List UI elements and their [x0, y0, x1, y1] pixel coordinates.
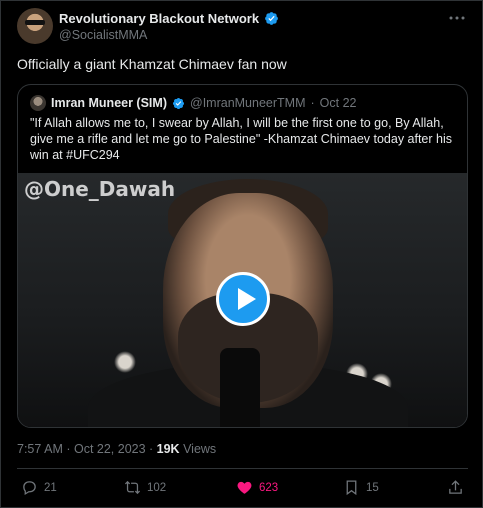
views-count: 19K: [156, 442, 180, 456]
bookmark-button[interactable]: 15: [343, 479, 379, 496]
quoted-author-avatar: [30, 95, 46, 111]
quoted-date: Oct 22: [319, 96, 357, 110]
reply-count: 21: [44, 481, 57, 494]
reply-button[interactable]: 21: [21, 479, 57, 496]
author-avatar[interactable]: [17, 8, 53, 44]
video-player[interactable]: @One_Dawah: [18, 173, 467, 427]
quoted-author-handle: @ImranMuneerTMM: [190, 96, 306, 110]
quoted-separator: ·: [310, 96, 315, 110]
tweet-meta: 7:57 AM · Oct 22, 2023 · 19K Views: [17, 442, 216, 456]
divider: [17, 468, 468, 469]
author-display-name[interactable]: Revolutionary Blackout Network: [59, 11, 259, 26]
repost-button[interactable]: 102: [124, 479, 166, 496]
quoted-tweet-text: "If Allah allows me to, I swear by Allah…: [30, 116, 453, 162]
quoted-tweet[interactable]: Imran Muneer (SIM) @ImranMuneerTMM · Oct…: [17, 84, 468, 428]
video-watermark: @One_Dawah: [24, 177, 176, 201]
repost-icon: [124, 480, 141, 495]
like-button[interactable]: 623: [236, 479, 278, 496]
verified-badge-icon: [265, 12, 279, 25]
quoted-author-name: Imran Muneer (SIM): [51, 96, 167, 110]
more-icon[interactable]: [448, 11, 466, 25]
verified-badge-icon: [172, 97, 185, 109]
like-count: 623: [259, 481, 279, 494]
repost-count: 102: [147, 481, 167, 494]
share-button[interactable]: [447, 479, 464, 496]
share-icon: [449, 480, 462, 494]
tweet-card: Revolutionary Blackout Network @Socialis…: [0, 0, 483, 508]
bookmark-count: 15: [366, 481, 379, 494]
like-icon: [237, 481, 252, 494]
author-name-row: Revolutionary Blackout Network: [59, 11, 279, 26]
bookmark-icon: [346, 480, 357, 496]
play-icon[interactable]: [216, 272, 270, 326]
views-label: Views: [179, 442, 217, 456]
reply-icon: [23, 481, 36, 496]
tweet-text: Officially a giant Khamzat Chimaev fan n…: [17, 56, 287, 72]
author-handle[interactable]: @SocialistMMA: [59, 28, 147, 42]
quoted-tweet-header: Imran Muneer (SIM) @ImranMuneerTMM · Oct…: [30, 95, 357, 111]
timestamp[interactable]: 7:57 AM · Oct 22, 2023 ·: [17, 442, 157, 456]
action-bar: 21 102 623 15: [17, 479, 468, 501]
